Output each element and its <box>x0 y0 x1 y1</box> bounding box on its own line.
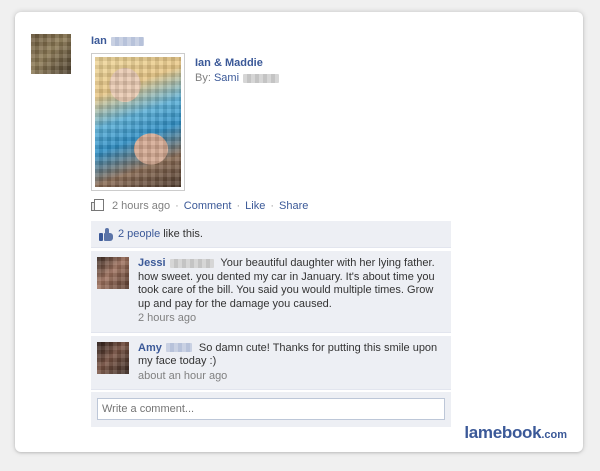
comment-time[interactable]: 2 hours ago <box>138 312 443 326</box>
album-byline: By: Sami <box>195 72 280 84</box>
watermark-suffix: .com <box>541 429 567 441</box>
separator-dot: · <box>175 199 179 212</box>
post-meta-row: 2 hours ago · Comment · Like · Share <box>91 199 308 212</box>
share-link[interactable]: Share <box>279 200 308 212</box>
likes-count-link[interactable]: 2 people <box>118 228 160 240</box>
poster-name-text[interactable]: Ian <box>91 35 107 47</box>
comment-input[interactable] <box>97 398 445 420</box>
censored-surname <box>243 73 280 83</box>
album-title[interactable]: Ian & Maddie <box>195 57 263 69</box>
like-link[interactable]: Like <box>245 200 265 212</box>
comment-item: Jessi Your beautiful daughter with her l… <box>91 250 451 333</box>
separator-dot: · <box>236 199 241 212</box>
comment-link[interactable]: Comment <box>184 200 232 212</box>
comment-composer <box>91 392 451 427</box>
album-photo-frame[interactable] <box>91 53 185 191</box>
likes-row: 2 people like this. <box>91 221 451 248</box>
censored-surname <box>110 36 144 46</box>
likes-suffix: like this. <box>163 228 203 240</box>
poster-name[interactable]: Ian <box>91 35 144 47</box>
censored-surname <box>165 343 192 353</box>
comment-author[interactable]: Jessi <box>138 257 166 269</box>
comment-body: Jessi Your beautiful daughter with her l… <box>138 257 443 326</box>
commenter-avatar[interactable] <box>97 341 129 374</box>
album-by-name[interactable]: Sami <box>214 72 239 84</box>
comment-time[interactable]: about an hour ago <box>138 370 443 384</box>
post-timestamp[interactable]: 2 hours ago <box>112 200 170 212</box>
separator-dot: · <box>270 199 274 212</box>
comment-body: Amy So damn cute! Thanks for putting thi… <box>138 342 443 384</box>
album-icon <box>91 199 105 212</box>
watermark-logo: lamebook.com <box>464 423 567 443</box>
watermark-main: lamebook <box>464 423 542 442</box>
thumbs-up-icon <box>99 227 113 241</box>
censored-surname <box>169 258 214 268</box>
poster-avatar[interactable] <box>31 34 71 74</box>
album-by-prefix: By: <box>195 72 211 84</box>
comment-item: Amy So damn cute! Thanks for putting thi… <box>91 334 451 390</box>
feedback-panel: 2 people like this. Jessi Your beautiful… <box>91 221 451 429</box>
album-photo[interactable] <box>95 57 181 187</box>
commenter-avatar[interactable] <box>97 257 129 289</box>
comment-author[interactable]: Amy <box>138 342 162 354</box>
